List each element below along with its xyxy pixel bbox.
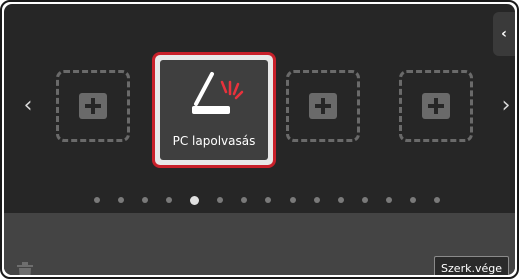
trash-icon[interactable] [16, 262, 34, 275]
page-dot[interactable] [142, 197, 149, 203]
chevron-left-icon: ‹ [23, 93, 33, 118]
previous-page-button[interactable]: ‹ [20, 94, 36, 118]
add-icon [422, 93, 450, 119]
page-dot[interactable] [361, 197, 368, 203]
page-dot[interactable] [433, 197, 440, 203]
page-dot[interactable] [313, 197, 320, 203]
page-dot[interactable] [94, 197, 100, 203]
selected-tile-frame[interactable]: PC lapolvasás [152, 52, 276, 168]
chevron-left-icon: ‹ [501, 26, 507, 42]
page-dot[interactable] [337, 197, 344, 203]
side-panel-toggle[interactable]: ‹ [493, 12, 515, 56]
finish-editing-button[interactable]: Szerk.vége [434, 256, 509, 275]
page-dot[interactable] [265, 197, 272, 203]
page-indicator [94, 195, 440, 205]
page-dot[interactable] [217, 197, 224, 203]
home-screen: ‹ ‹ › PC lapolvasás Szerk.vége [4, 4, 515, 275]
add-icon [79, 93, 107, 119]
page-dot[interactable] [409, 197, 416, 203]
empty-slot-1[interactable] [56, 70, 130, 142]
next-page-button[interactable]: › [498, 94, 514, 118]
scanner-icon [192, 72, 244, 114]
page-dot[interactable] [166, 197, 173, 203]
empty-slot-2[interactable] [286, 70, 360, 142]
page-dot[interactable] [118, 197, 125, 203]
add-icon [309, 93, 337, 119]
page-dot-active[interactable] [190, 195, 200, 205]
bottom-panel: Szerk.vége [4, 213, 515, 275]
pc-scan-tile[interactable]: PC lapolvasás [160, 60, 268, 160]
chevron-right-icon: › [501, 93, 511, 118]
page-dot[interactable] [289, 197, 296, 203]
tile-label: PC lapolvasás [172, 134, 256, 148]
page-dot[interactable] [385, 197, 392, 203]
device-frame: ‹ ‹ › PC lapolvasás Szerk.vége [0, 0, 519, 279]
page-dot[interactable] [241, 197, 248, 203]
empty-slot-3[interactable] [399, 70, 473, 142]
